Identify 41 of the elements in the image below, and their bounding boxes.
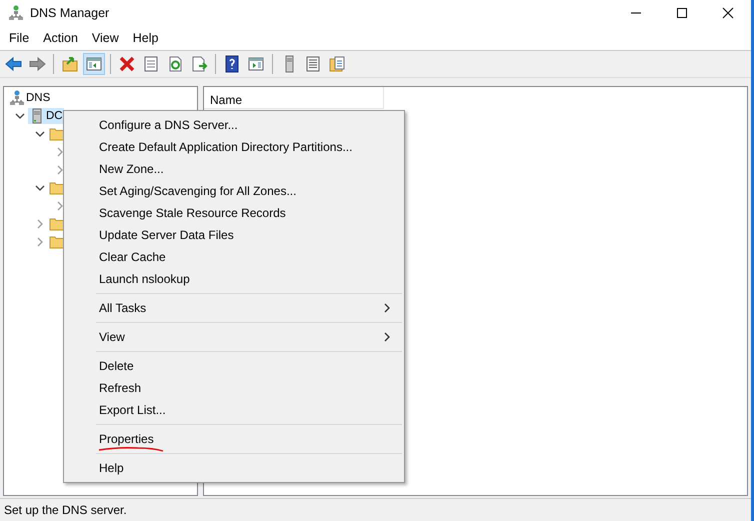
menu-item[interactable]: View <box>84 31 126 45</box>
help-icon <box>223 55 241 73</box>
folder-icon <box>49 180 65 196</box>
menu-item[interactable]: Properties <box>66 428 402 450</box>
properties-icon <box>142 55 160 73</box>
tree-icon <box>85 55 103 73</box>
menu-item[interactable]: Set Aging/Scavenging for All Zones... <box>66 180 402 202</box>
toolbar-button[interactable] <box>83 53 105 75</box>
menu-item[interactable]: Action <box>36 31 85 45</box>
folder-icon <box>49 126 65 142</box>
status-text: Set up the DNS server. <box>0 498 751 521</box>
menu-item[interactable]: All Tasks <box>66 297 402 319</box>
menu-item[interactable]: Create Default Application Directory Partitions... <box>66 136 402 158</box>
menu-item[interactable]: File <box>2 31 36 45</box>
menu-item[interactable]: Scavenge Stale Resource Records <box>66 202 402 224</box>
delete-icon <box>118 55 136 73</box>
up-icon <box>61 55 79 73</box>
menu-item[interactable]: Export List... <box>66 399 402 421</box>
menu-item[interactable]: View <box>66 326 402 348</box>
list-icon <box>304 55 322 73</box>
menu-item[interactable]: Delete <box>66 355 402 377</box>
menu-item[interactable]: Refresh <box>66 377 402 399</box>
app-icon <box>8 5 24 21</box>
folder-icon <box>49 234 65 250</box>
network-icon <box>9 90 25 106</box>
export-icon <box>190 55 208 73</box>
tree-item[interactable]: DNS <box>26 91 52 105</box>
back-icon <box>4 55 22 73</box>
zone-icon <box>328 55 346 73</box>
menu-item[interactable]: Help <box>126 31 166 45</box>
folder-icon <box>49 216 65 232</box>
action-pane-icon <box>247 55 265 73</box>
menu-item[interactable]: Configure a DNS Server... <box>66 114 402 136</box>
menu-item[interactable]: Clear Cache <box>66 246 402 268</box>
menu-item[interactable]: New Zone... <box>66 158 402 180</box>
menu-item[interactable]: Help <box>66 457 402 479</box>
forward-icon <box>28 55 46 73</box>
menu-item[interactable]: Launch nslookup <box>66 268 402 290</box>
column-header[interactable]: Name <box>204 87 384 109</box>
menu-item[interactable]: Update Server Data Files <box>66 224 402 246</box>
window-title: DNS Manager <box>30 6 110 20</box>
